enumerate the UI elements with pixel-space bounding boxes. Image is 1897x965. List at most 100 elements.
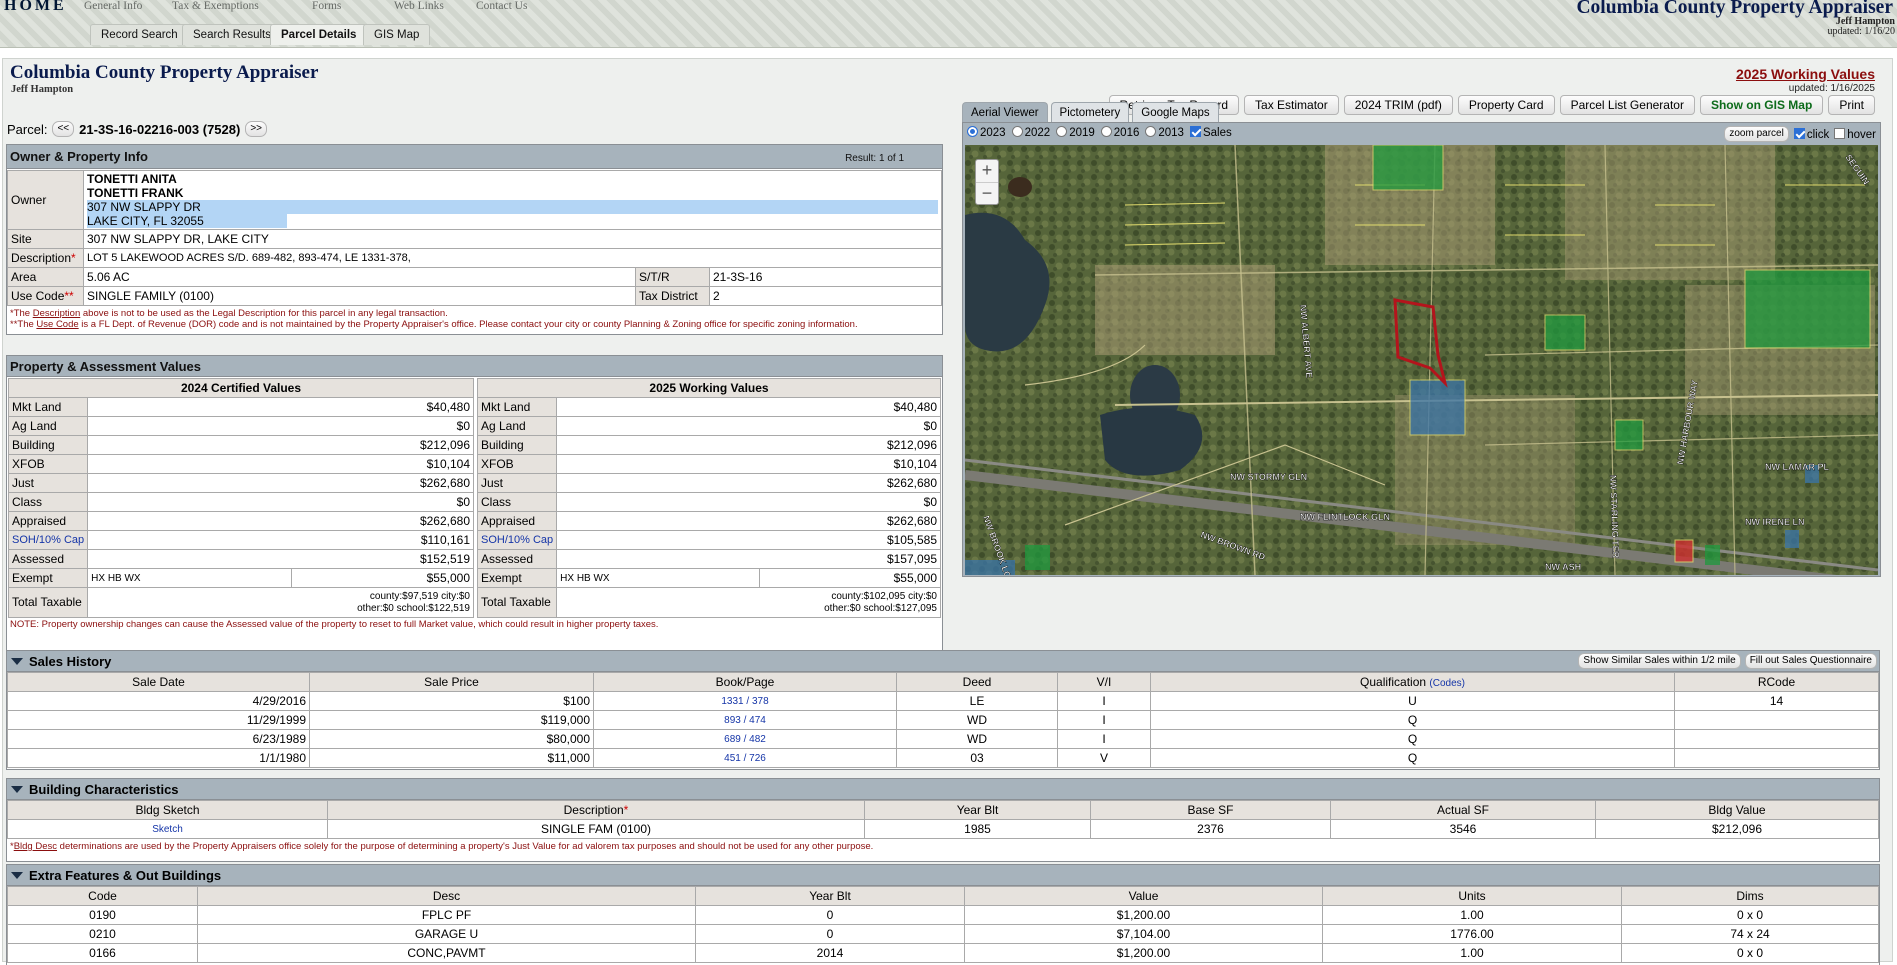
zoom-parcel-button[interactable]: zoom parcel [1724,126,1789,142]
checkbox-checked-icon[interactable] [1793,127,1805,139]
nav-general-info[interactable]: General Info [84,0,142,12]
total-taxable-row: Total Taxable county:$102,095 city:$0 othe… [476,587,941,618]
owner-property-panel: Owner & Property Info Result: 1 of 1 Own… [6,144,943,335]
exempt-label: Exempt [476,568,558,588]
str-value: 21-3S-16 [709,267,942,287]
assessment-label: Assessed [7,549,89,569]
assessment-row: XFOB $10,104 [7,454,474,474]
street-label-lamar: NW LAMAR PL [1765,462,1829,472]
tab-gis-map[interactable]: GIS Map [363,24,431,45]
assessment-label[interactable]: SOH/10% Cap [7,530,89,550]
radio-icon[interactable] [1145,126,1157,137]
sales-history-heading[interactable]: Sales History Show Similar Sales within … [7,651,1879,672]
codes-link[interactable]: (Codes) [1429,678,1465,689]
street-label-stormy: NW STORMY GLN [1230,472,1307,482]
collapse-triangle-icon[interactable] [11,658,23,665]
parcel-list-generator-button[interactable]: Parcel List Generator [1559,95,1695,115]
book-page-link[interactable]: 689 / 482 [593,729,897,749]
click-toggle[interactable]: click [1793,127,1829,141]
tab-record-search[interactable]: Record Search [90,24,189,45]
assessment-label[interactable]: SOH/10% Cap [476,530,558,550]
qualification: Q [1150,748,1675,768]
feature-dims: 74 x 24 [1621,924,1879,944]
zoom-in-button[interactable]: + [976,160,998,182]
description-note-link[interactable]: Description [33,308,81,319]
owner-value: TONETTI ANITA TONETTI FRANK 307 NW SLAPP… [83,170,942,230]
property-card-button[interactable]: Property Card [1457,95,1555,115]
assessment-row: Ag Land $0 [7,416,474,436]
zoom-out-button[interactable]: − [976,182,998,204]
radio-icon[interactable] [1056,126,1068,137]
assessment-value: $110,161 [87,530,474,550]
map-controls-right: zoom parcel click hover [1724,126,1876,142]
assessment-value: $0 [556,492,941,512]
feature-units: 1776.00 [1322,924,1622,944]
updated-date: updated: 1/16/2025 [1788,83,1875,94]
next-parcel-button[interactable]: >> [245,121,268,137]
show-similar-sales-button[interactable]: Show Similar Sales within 1/2 mile [1578,653,1741,669]
year-2016-option[interactable]: 2016 [1100,126,1139,139]
book-page-link[interactable]: 893 / 474 [593,710,897,730]
building-heading[interactable]: Building Characteristics [7,779,1879,800]
nav-forms[interactable]: Forms [312,0,341,12]
assessment-value: $262,680 [87,473,474,493]
prev-parcel-button[interactable]: << [52,121,75,137]
radio-selected-icon[interactable] [967,126,978,137]
feature-value: $1,200.00 [964,943,1323,963]
sales-questionnaire-button[interactable]: Fill out Sales Questionnaire [1744,653,1877,669]
aerial-map[interactable]: NW STORMY GLN NW FLINTLOCK GLN NW BROWN … [965,145,1878,575]
assessment-value: $0 [556,416,941,436]
sales-history-section: Sales History Show Similar Sales within … [6,650,1880,770]
assessment-label: Class [476,492,558,512]
checkbox-icon[interactable] [1834,127,1846,139]
working-values-link[interactable]: 2025 Working Values [1736,66,1875,82]
checkbox-checked-icon[interactable] [1189,126,1201,137]
extra-features-heading[interactable]: Extra Features & Out Buildings [7,865,1879,886]
print-button[interactable]: Print [1828,95,1875,115]
home-link[interactable]: HOME [4,0,67,15]
aerial-imagery[interactable]: NW STORMY GLN NW FLINTLOCK GLN NW BROWN … [965,145,1878,575]
col-desc: Desc [197,886,696,906]
exempt-codes: HX HB WX [87,568,292,588]
year-2023-option[interactable]: 2023 [967,126,1006,139]
book-page-link[interactable]: 451 / 726 [593,748,897,768]
rcode [1674,710,1879,730]
hover-toggle[interactable]: hover [1834,127,1876,141]
year-2022-option[interactable]: 2022 [1011,126,1050,139]
col-bldg-value: Bldg Value [1595,800,1879,820]
sales-toggle[interactable]: Sales [1189,126,1232,139]
assessment-value: $40,480 [87,397,474,417]
year-2013-option[interactable]: 2013 [1145,126,1184,139]
col-vi: V/I [1057,672,1151,692]
use-code-note-link[interactable]: Use Code [36,319,78,330]
tab-pictometery[interactable]: Pictometery [1050,102,1130,122]
radio-icon[interactable] [1011,126,1023,137]
exempt-row: Exempt HX HB WX $55,000 [7,568,475,588]
result-count: Result: 1 of 1 [845,153,904,164]
rcode [1674,748,1879,768]
tab-parcel-details[interactable]: Parcel Details [270,24,368,45]
nav-web-links[interactable]: Web Links [394,0,444,12]
extra-feature-row: 0210 GARAGE U 0 $7,104.00 1776.00 74 x 24 [7,924,1879,944]
assessment-row: Building $212,096 [476,435,941,455]
nav-tax-exemptions[interactable]: Tax & Exemptions [172,0,259,12]
year-2019-option[interactable]: 2019 [1056,126,1095,139]
trim-pdf-button[interactable]: 2024 TRIM (pdf) [1343,95,1453,115]
col-qualification: Qualification (Codes) [1150,672,1675,692]
tab-aerial-viewer[interactable]: Aerial Viewer [962,102,1048,122]
show-on-gis-map-button[interactable]: Show on GIS Map [1699,95,1824,115]
assessment-value: $212,096 [556,435,941,455]
radio-icon[interactable] [1100,126,1112,137]
book-page-link[interactable]: 1331 / 378 [593,691,897,711]
collapse-triangle-icon[interactable] [11,872,23,879]
tab-search-results[interactable]: Search Results [182,24,282,45]
nav-contact-us[interactable]: Contact Us [476,0,527,12]
tab-google-maps[interactable]: Google Maps [1132,102,1219,122]
bldg-desc-link[interactable]: Bldg Desc [14,841,57,852]
total-line-1: county:$97,519 city:$0 [369,590,470,602]
brand-updated: updated: 1/16/20 [1827,26,1896,37]
tax-estimator-button[interactable]: Tax Estimator [1244,95,1339,115]
collapse-triangle-icon[interactable] [11,786,23,793]
sketch-link[interactable]: Sketch [7,819,328,839]
assessment-row: Appraised $262,680 [476,511,941,531]
